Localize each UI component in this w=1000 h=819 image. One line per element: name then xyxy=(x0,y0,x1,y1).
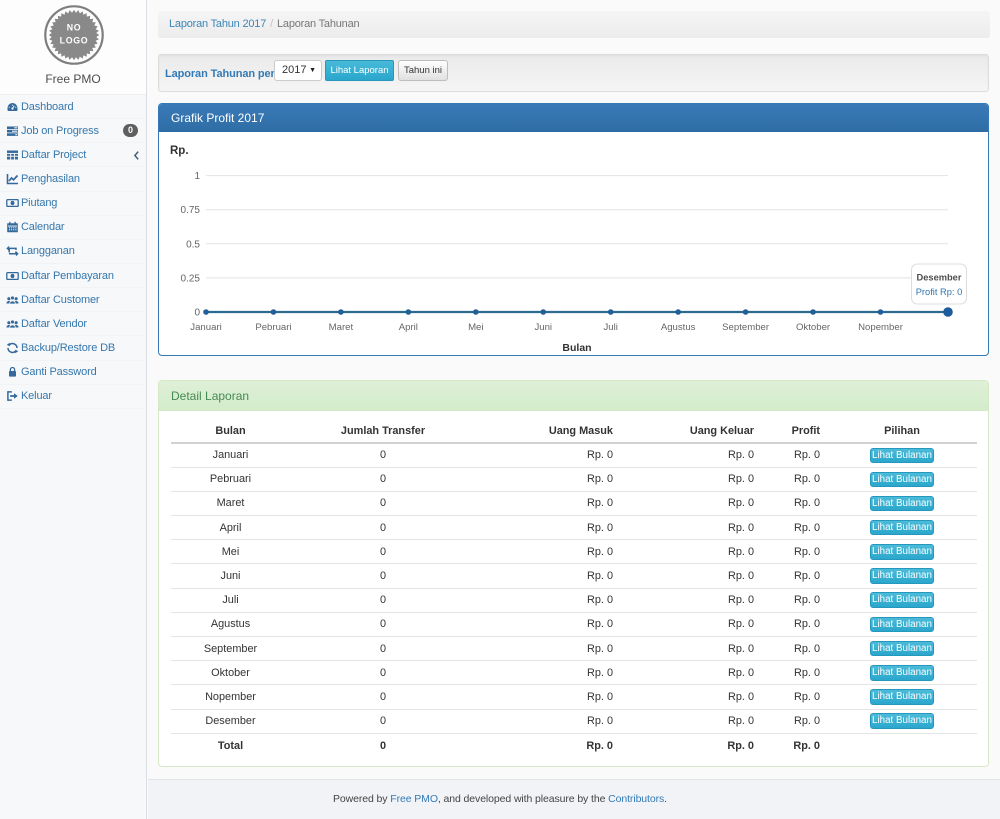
svg-text:0: 0 xyxy=(194,308,200,319)
svg-text:LOGO: LOGO xyxy=(60,36,89,46)
svg-text:Desember: Desember xyxy=(917,273,962,283)
svg-text:Oktober: Oktober xyxy=(796,322,831,333)
svg-text:Juli: Juli xyxy=(603,322,617,333)
svg-text:Profit Rp: 0: Profit Rp: 0 xyxy=(916,287,963,297)
svg-text:Mei: Mei xyxy=(468,322,483,333)
svg-text:September: September xyxy=(722,322,770,333)
svg-text:Pebruari: Pebruari xyxy=(255,322,291,333)
svg-text:Maret: Maret xyxy=(329,322,354,333)
svg-text:Rp.: Rp. xyxy=(170,145,189,157)
svg-text:1: 1 xyxy=(194,171,200,182)
svg-text:Nopember: Nopember xyxy=(858,322,904,333)
svg-text:0.75: 0.75 xyxy=(181,205,201,216)
svg-text:April: April xyxy=(399,322,418,333)
svg-text:0.25: 0.25 xyxy=(181,273,201,284)
svg-text:Januari: Januari xyxy=(190,322,221,333)
svg-text:0.5: 0.5 xyxy=(186,239,200,250)
svg-text:Juni: Juni xyxy=(534,322,552,333)
svg-text:NO: NO xyxy=(67,23,82,33)
svg-text:Bulan: Bulan xyxy=(562,342,591,354)
svg-text:Agustus: Agustus xyxy=(661,322,696,333)
